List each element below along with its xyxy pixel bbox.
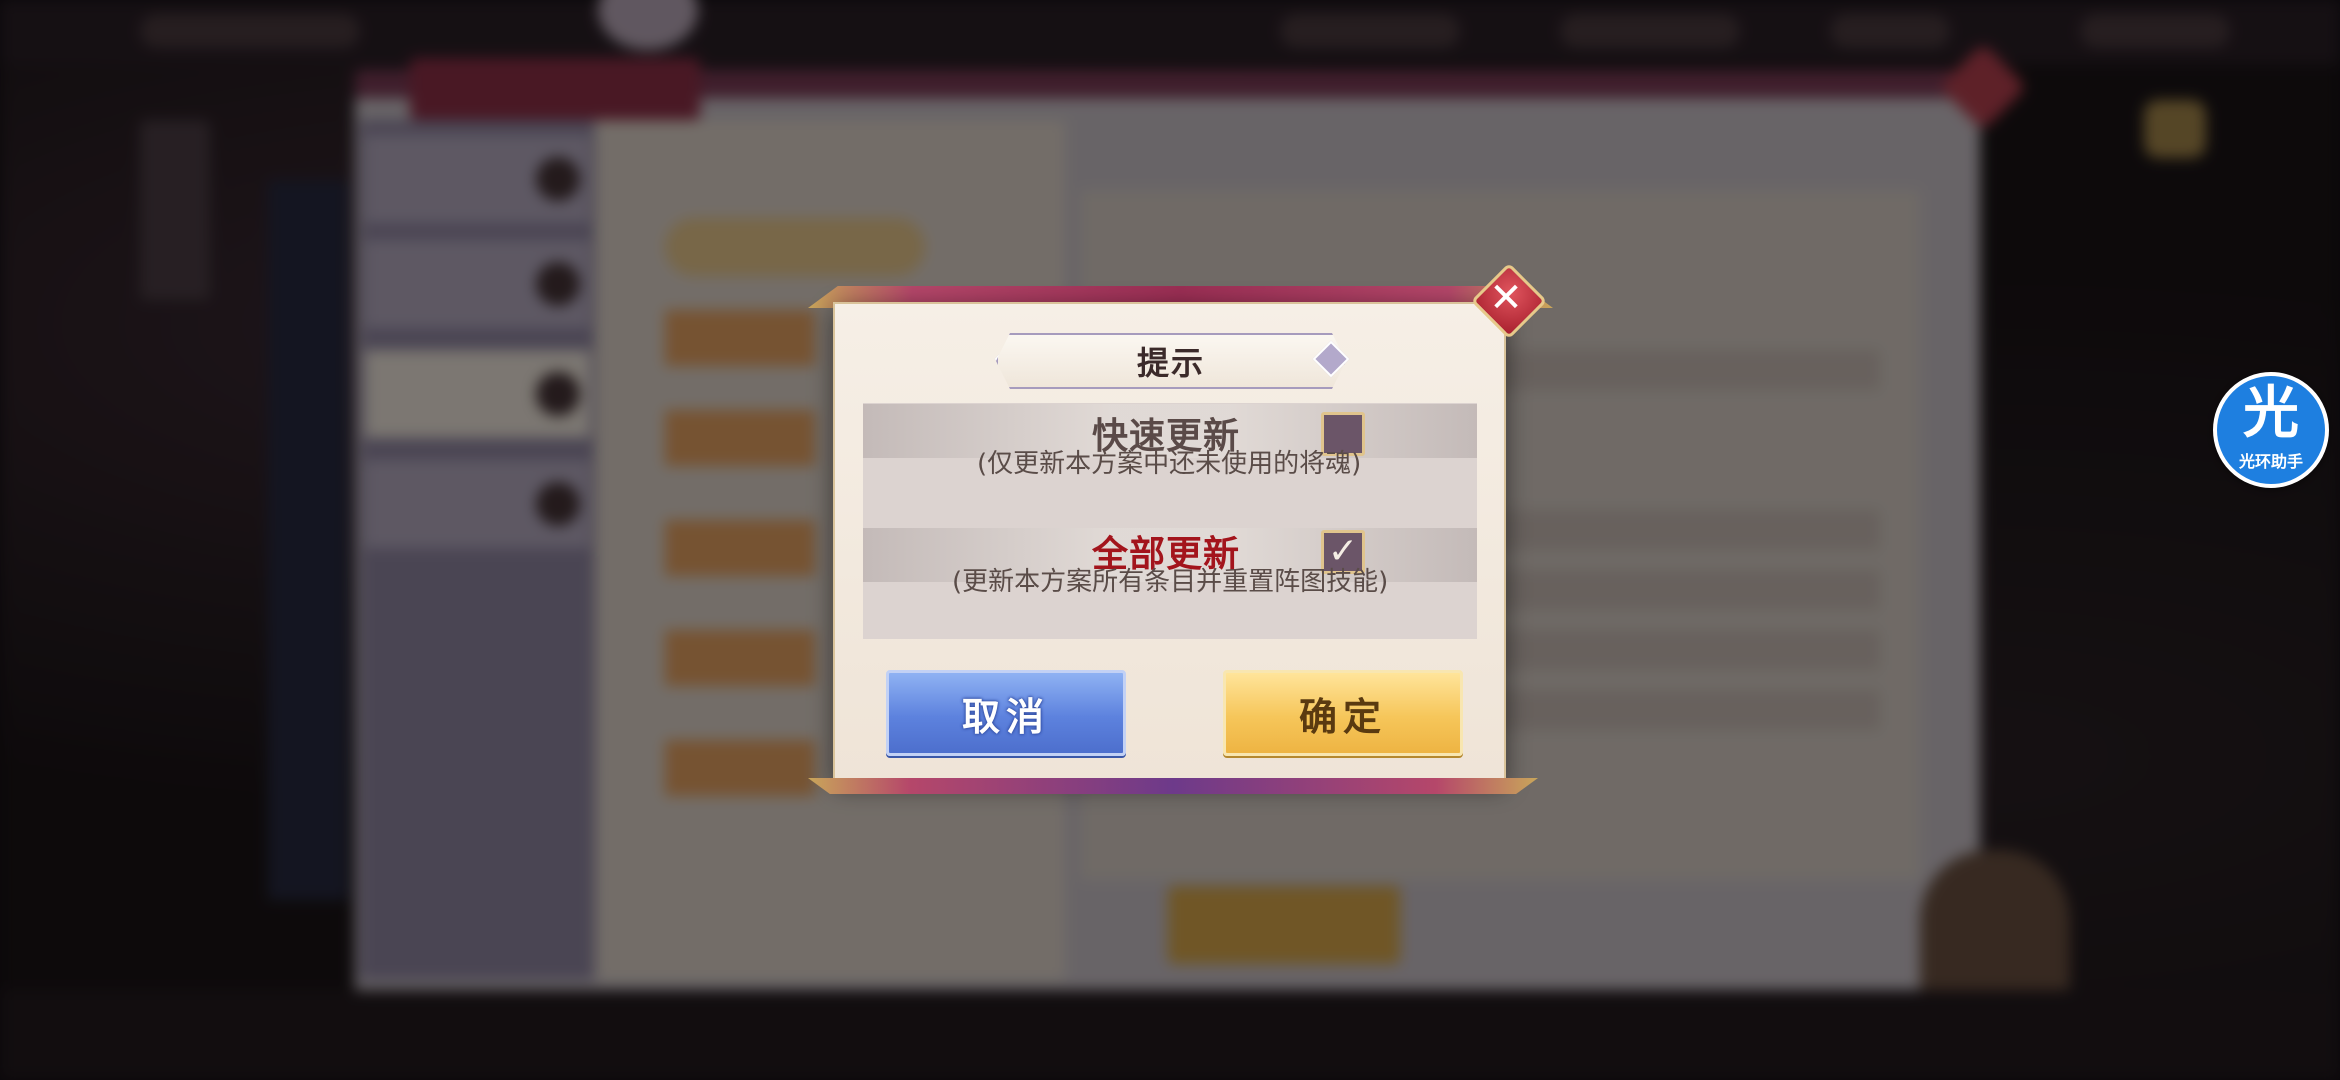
update-options: 快速更新 (仅更新本方案中还未使用的将魂) 全部更新 ✓ (更新本方案所有条目并… <box>863 403 1477 639</box>
cancel-button[interactable]: 取消 <box>886 670 1126 756</box>
assistant-name: 光环助手 <box>2238 452 2303 471</box>
game-screen: 提示 ✕ 快速更新 (仅更新本方案中还未使用的将魂) 全部更新 ✓ (更新本方案… <box>0 0 2340 1080</box>
dialog-bottom-frame <box>808 778 1538 794</box>
dialog-title: 提示 <box>1136 344 1205 382</box>
assistant-float-button[interactable]: 光 光环助手 <box>2213 372 2329 488</box>
close-button[interactable]: ✕ <box>1470 262 1548 340</box>
dialog-title-plate: 提示 <box>996 333 1346 389</box>
option-quick-update-description: (仅更新本方案中还未使用的将魂) <box>977 449 1362 479</box>
assistant-logo-icon: 光 <box>2243 381 2299 446</box>
confirm-button[interactable]: 确定 <box>1223 670 1463 756</box>
option-full-update-description: (更新本方案所有条目并重置阵图技能) <box>952 567 1389 597</box>
